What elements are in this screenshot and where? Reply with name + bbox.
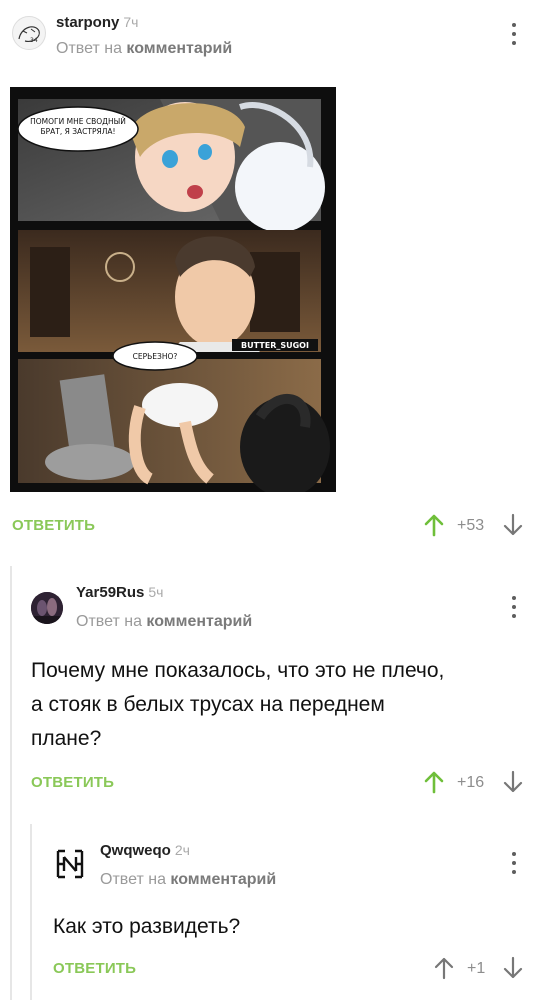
timestamp: 2ч xyxy=(174,842,190,858)
username-text[interactable]: Qwqweqo xyxy=(100,842,171,859)
avatar[interactable] xyxy=(53,847,85,879)
reply-button[interactable]: ОТВЕТИТЬ xyxy=(31,774,114,791)
comment-text-line: Почему мне показалось, что это не плечо, xyxy=(31,659,445,682)
reply-context: Ответ на комментарий xyxy=(76,613,252,631)
timestamp: 7ч xyxy=(123,14,139,30)
reply-button[interactable]: ОТВЕТИТЬ xyxy=(12,517,95,534)
speech-bubble-1-line1: ПОМОГИ МНЕ СВОДНЫЙ xyxy=(30,117,126,126)
avatar[interactable] xyxy=(31,592,63,624)
score: +53 xyxy=(457,517,485,534)
kebab-menu-icon[interactable] xyxy=(511,23,517,45)
parent-comment-link[interactable]: комментарий xyxy=(146,613,252,630)
comic-illustration: ПОМОГИ МНЕ СВОДНЫЙ БРАТ, Я ЗАСТРЯЛА! BUT… xyxy=(17,99,330,497)
username[interactable]: Yar59Rus 5ч xyxy=(76,584,163,601)
thread-line[interactable] xyxy=(10,566,12,1000)
speech-bubble-1-line2: БРАТ, Я ЗАСТРЯЛА! xyxy=(40,127,115,136)
username[interactable]: starpony 7ч xyxy=(56,14,138,31)
comic-image[interactable]: ПОМОГИ МНЕ СВОДНЫЙ БРАТ, Я ЗАСТРЯЛА! BUT… xyxy=(10,87,336,497)
thread-line[interactable] xyxy=(30,824,32,1000)
kebab-menu-icon[interactable] xyxy=(511,852,517,874)
parent-comment-link[interactable]: комментарий xyxy=(126,40,232,57)
rammstein-logo-icon xyxy=(56,849,84,879)
reply-context: Ответ на комментарий xyxy=(56,40,232,58)
reply-context: Ответ на комментарий xyxy=(100,871,276,889)
avatar-photo-icon xyxy=(31,592,63,624)
svg-text:34: 34 xyxy=(30,37,38,44)
comment-text: Почему мне показалось, что это не плечо,… xyxy=(31,654,444,756)
downvote-arrow-icon[interactable] xyxy=(503,956,523,980)
reply-prefix: Ответ на xyxy=(76,613,142,630)
comment-text-line: а стояк в белых трусах на переднем xyxy=(31,693,385,716)
upvote-arrow-icon[interactable] xyxy=(434,956,454,980)
reply-prefix: Ответ на xyxy=(56,40,122,57)
kebab-menu-icon[interactable] xyxy=(511,596,517,618)
username[interactable]: Qwqweqo 2ч xyxy=(100,842,190,859)
comment-text-line: Как это развидеть? xyxy=(53,915,241,938)
downvote-arrow-icon[interactable] xyxy=(503,513,523,537)
reply-button[interactable]: ОТВЕТИТЬ xyxy=(53,960,136,977)
speech-bubble-2-text: СЕРЬЕЗНО? xyxy=(133,352,178,361)
upvote-arrow-icon[interactable] xyxy=(424,513,444,537)
watermark: BUTTER_SUGOI xyxy=(241,341,309,350)
avatar-sketch-icon: 34 xyxy=(18,26,40,44)
score: +16 xyxy=(457,774,485,791)
username-text[interactable]: starpony xyxy=(56,14,119,31)
upvote-arrow-icon[interactable] xyxy=(424,770,444,794)
parent-comment-link[interactable]: комментарий xyxy=(170,871,276,888)
downvote-arrow-icon[interactable] xyxy=(503,770,523,794)
timestamp: 5ч xyxy=(148,584,164,600)
username-text[interactable]: Yar59Rus xyxy=(76,584,144,601)
score: +1 xyxy=(467,960,486,977)
comment-text: Как это развидеть? xyxy=(53,910,240,944)
comment-text-line: плане? xyxy=(31,727,102,750)
reply-prefix: Ответ на xyxy=(100,871,166,888)
avatar[interactable]: 34 xyxy=(12,16,46,50)
